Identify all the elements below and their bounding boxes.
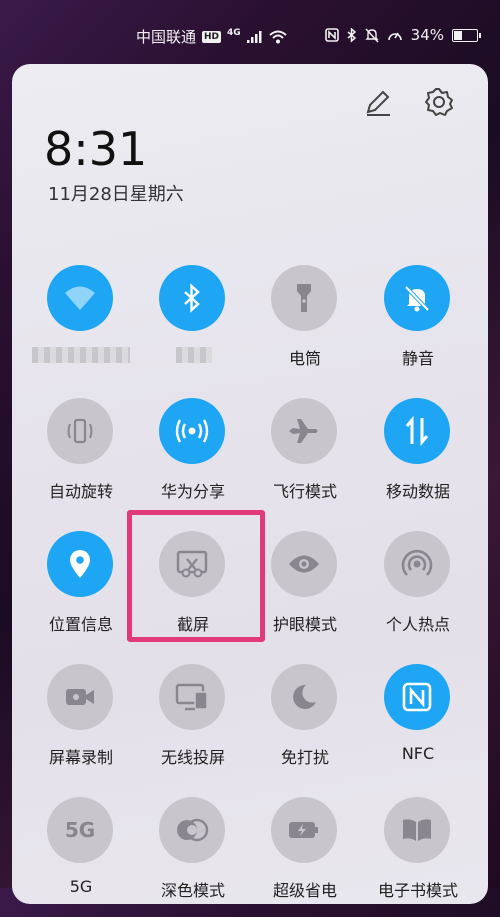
nfc-status-icon [324, 28, 339, 42]
tile-label: 自动旋转 [48, 482, 113, 501]
tile-label: 免打扰 [280, 748, 329, 767]
battery-percent: 34% [410, 26, 444, 44]
clock-time: 8:31 [44, 122, 148, 176]
tile-label: 护眼模式 [272, 615, 337, 634]
mobile-data-icon [384, 398, 450, 464]
battery-saver-icon [271, 797, 337, 863]
gear-icon[interactable] [423, 86, 455, 118]
tile-label: 位置信息 [48, 615, 113, 634]
eye-icon [271, 531, 337, 597]
tile-label: NFC [401, 744, 435, 763]
tile-label: 静音 [401, 349, 434, 368]
highlight-box [127, 510, 265, 642]
status-left: 中国联通 HD 4G [136, 26, 287, 47]
bluetooth-status-icon [347, 27, 356, 43]
share-icon [159, 398, 225, 464]
tile-label: 屏幕录制 [48, 748, 113, 767]
bluetooth-icon [159, 265, 225, 331]
tile-label: 电筒 [288, 349, 321, 368]
tile-auto-rotate[interactable]: 自动旋转 [25, 398, 137, 518]
tile-label: 华为分享 [160, 482, 225, 501]
pencil-icon[interactable] [363, 88, 393, 118]
tile-label: 电子书模式 [377, 881, 458, 900]
location-icon [47, 531, 113, 597]
moon-icon [271, 664, 337, 730]
tile-airplane[interactable]: 飞行模式 [249, 398, 361, 518]
dark-mode-icon [159, 797, 225, 863]
cast-icon [159, 664, 225, 730]
status-bar: 中国联通 HD 4G 34% [0, 0, 500, 60]
tile-5g[interactable]: 5G 5G [25, 797, 137, 917]
wifi-status-icon [269, 30, 287, 43]
tile-mobile-data[interactable]: 移动数据 [362, 398, 474, 518]
airplane-icon [271, 398, 337, 464]
tile-do-not-disturb[interactable]: 免打扰 [249, 664, 361, 784]
tile-nfc[interactable]: NFC [362, 664, 474, 784]
hd-badge: HD [202, 30, 222, 43]
mute-status-icon [364, 27, 379, 43]
network-type: 4G [227, 27, 241, 38]
carrier-name: 中国联通 [136, 28, 197, 46]
tile-ebook-mode[interactable]: 电子书模式 [362, 797, 474, 917]
tile-mute[interactable]: 静音 [362, 265, 474, 385]
tile-label: 深色模式 [160, 881, 225, 900]
hotspot-icon [384, 531, 450, 597]
wifi-icon [47, 265, 113, 331]
status-right: 34% [324, 26, 481, 44]
5g-icon: 5G [47, 797, 113, 863]
tile-label: 飞行模式 [272, 482, 337, 501]
tile-label: 个人热点 [385, 615, 450, 634]
tile-eye-comfort[interactable]: 护眼模式 [249, 531, 361, 651]
bell-mute-icon [384, 265, 450, 331]
tile-power-saver[interactable]: 超级省电 [249, 797, 361, 917]
speed-status-icon [387, 32, 402, 41]
blurred-label [176, 347, 212, 363]
tile-label: 移动数据 [385, 482, 450, 501]
screen-record-icon [47, 664, 113, 730]
tile-wireless-cast[interactable]: 无线投屏 [137, 664, 249, 784]
signal-icon [246, 30, 262, 43]
book-icon [384, 797, 450, 863]
tile-flashlight[interactable]: 电筒 [249, 265, 361, 385]
tile-bluetooth[interactable] [137, 265, 249, 385]
tile-hotspot[interactable]: 个人热点 [362, 531, 474, 651]
tile-wifi[interactable] [25, 265, 137, 385]
tile-huawei-share[interactable]: 华为分享 [137, 398, 249, 518]
tile-dark-mode[interactable]: 深色模式 [137, 797, 249, 917]
battery-icon [452, 28, 481, 42]
rotate-icon [47, 398, 113, 464]
tile-label: 超级省电 [272, 881, 337, 900]
tile-label: 5G [69, 877, 93, 896]
nfc-icon [384, 664, 450, 730]
tile-label: 无线投屏 [160, 748, 225, 767]
tile-location[interactable]: 位置信息 [25, 531, 137, 651]
tile-screen-record[interactable]: 屏幕录制 [25, 664, 137, 784]
flashlight-icon [271, 265, 337, 331]
clock-date: 11月28日星期六 [48, 184, 184, 205]
5g-icon-text: 5G [64, 818, 96, 842]
blurred-label [32, 347, 130, 363]
